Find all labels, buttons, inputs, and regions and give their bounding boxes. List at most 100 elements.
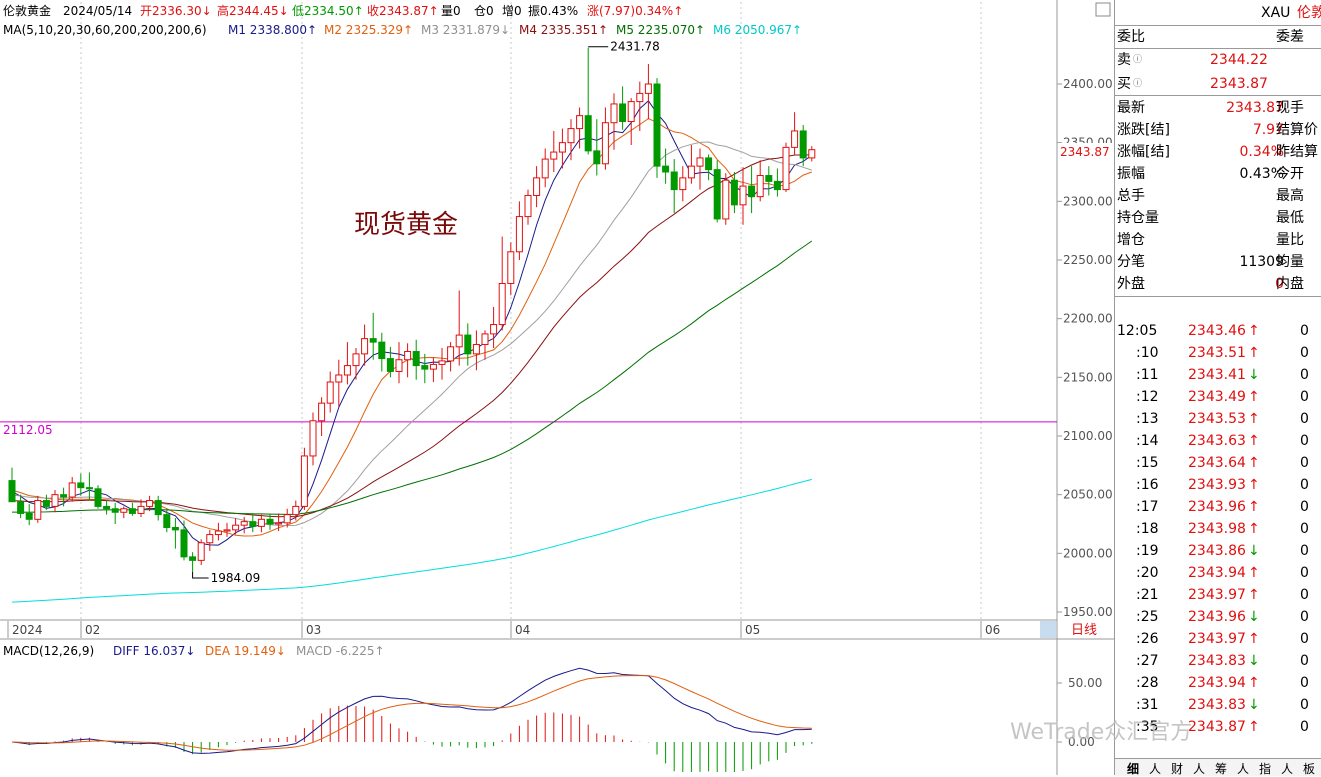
candle-body[interactable] [17, 501, 25, 514]
candle-body[interactable] [765, 175, 773, 182]
candle-body[interactable] [103, 505, 111, 510]
candle-body[interactable] [386, 358, 394, 372]
candle-body[interactable] [154, 500, 162, 516]
bottom-tab[interactable]: 板 [1303, 760, 1315, 777]
candle-body[interactable] [42, 500, 50, 507]
candle-body[interactable] [404, 351, 412, 361]
candle-body[interactable] [412, 351, 420, 367]
candle-body[interactable] [111, 508, 119, 513]
candle-body[interactable] [395, 359, 403, 372]
candle-body[interactable] [171, 527, 179, 531]
candle-body[interactable] [756, 175, 764, 198]
candle-body[interactable] [558, 142, 566, 153]
candle-body[interactable] [300, 455, 308, 507]
candle-body[interactable] [257, 518, 265, 527]
candle-body[interactable] [799, 130, 807, 159]
candle-body[interactable] [515, 216, 523, 253]
bottom-tab[interactable]: 人 [1281, 760, 1293, 777]
candle-body[interactable] [644, 83, 652, 94]
candle-body[interactable] [576, 115, 584, 130]
bottom-tab[interactable]: 财 [1171, 760, 1183, 777]
candle-body[interactable] [197, 542, 205, 561]
candle-body[interactable] [481, 333, 489, 345]
sell-row[interactable]: 卖 ⓘ 2344.22 [1115, 49, 1321, 71]
candle-body[interactable] [146, 500, 154, 507]
candle-body[interactable] [326, 381, 334, 404]
candle-body[interactable] [541, 158, 549, 179]
candle-body[interactable] [730, 179, 738, 206]
candle-body[interactable] [214, 530, 222, 536]
candle-body[interactable] [85, 487, 93, 490]
candle-body[interactable] [421, 365, 429, 370]
candle-body[interactable] [206, 534, 214, 544]
candle-body[interactable] [687, 165, 695, 179]
candle-body[interactable] [662, 165, 670, 173]
candle-body[interactable] [808, 149, 816, 159]
candle-body[interactable] [34, 500, 42, 520]
scroll-right-button[interactable] [1040, 621, 1056, 638]
candle-body[interactable] [128, 508, 136, 514]
candle-body[interactable] [679, 177, 687, 191]
candle-body[interactable] [610, 103, 618, 124]
candle-body[interactable] [352, 353, 360, 367]
candle-body[interactable] [266, 518, 274, 525]
candle-body[interactable] [524, 194, 532, 218]
candle-body[interactable] [791, 130, 799, 148]
candle-body[interactable] [429, 363, 437, 370]
candle-body[interactable] [490, 324, 498, 335]
kline-chart[interactable]: 伦敦黄金 2024/05/14 开2336.30↓ 高2344.45↓ 低233… [0, 0, 1114, 775]
candle-body[interactable] [464, 334, 472, 355]
candle-body[interactable] [51, 494, 59, 507]
candle-body[interactable] [249, 521, 257, 527]
candle-body[interactable] [137, 505, 145, 514]
candle-body[interactable] [240, 521, 248, 526]
candle-body[interactable] [275, 522, 283, 525]
candle-body[interactable] [773, 180, 781, 191]
candle-body[interactable] [361, 338, 369, 355]
candle-body[interactable] [653, 83, 661, 167]
bottom-tab[interactable]: 指 [1259, 760, 1271, 777]
candle-body[interactable] [232, 524, 240, 531]
candle-body[interactable] [343, 365, 351, 376]
candle-body[interactable] [739, 185, 747, 206]
candle-body[interactable] [567, 128, 575, 144]
candle-body[interactable] [601, 122, 609, 165]
candle-body[interactable] [619, 103, 627, 123]
candle-body[interactable] [8, 480, 16, 503]
candle-body[interactable] [627, 101, 635, 123]
candle-body[interactable] [498, 282, 506, 326]
candle-body[interactable] [438, 360, 446, 365]
candle-body[interactable] [180, 529, 188, 558]
candle-body[interactable] [550, 151, 558, 160]
candle-body[interactable] [713, 169, 721, 220]
candle-body[interactable] [292, 505, 300, 516]
candle-body[interactable] [25, 512, 33, 520]
candle-body[interactable] [722, 179, 730, 220]
candle-body[interactable] [378, 341, 386, 360]
candle-body[interactable] [593, 150, 601, 165]
candle-body[interactable] [369, 338, 377, 343]
candle-body[interactable] [636, 92, 644, 103]
period-label[interactable]: 日线 [1071, 623, 1097, 638]
candle-body[interactable] [447, 346, 455, 362]
bottom-tab[interactable]: 细 [1127, 760, 1139, 777]
candle-body[interactable] [189, 556, 197, 561]
candle-body[interactable] [60, 494, 68, 498]
bottom-tab[interactable]: 筹 [1215, 760, 1227, 777]
candle-body[interactable] [696, 157, 704, 167]
buy-row[interactable]: 买 ⓘ 2343.87 [1115, 73, 1321, 95]
candle-body[interactable] [94, 488, 102, 507]
candle-body[interactable] [455, 334, 463, 348]
candle-body[interactable] [705, 157, 713, 171]
candle-body[interactable] [283, 514, 291, 524]
candle-body[interactable] [670, 171, 678, 191]
candle-body[interactable] [318, 402, 326, 422]
candle-body[interactable] [507, 251, 515, 284]
candle-body[interactable] [309, 420, 317, 457]
candle-body[interactable] [533, 177, 541, 196]
bottom-tab[interactable]: 人 [1193, 760, 1205, 777]
candle-body[interactable] [163, 514, 171, 529]
candle-body[interactable] [584, 115, 592, 152]
candle-body[interactable] [68, 482, 76, 498]
candle-body[interactable] [472, 343, 480, 355]
